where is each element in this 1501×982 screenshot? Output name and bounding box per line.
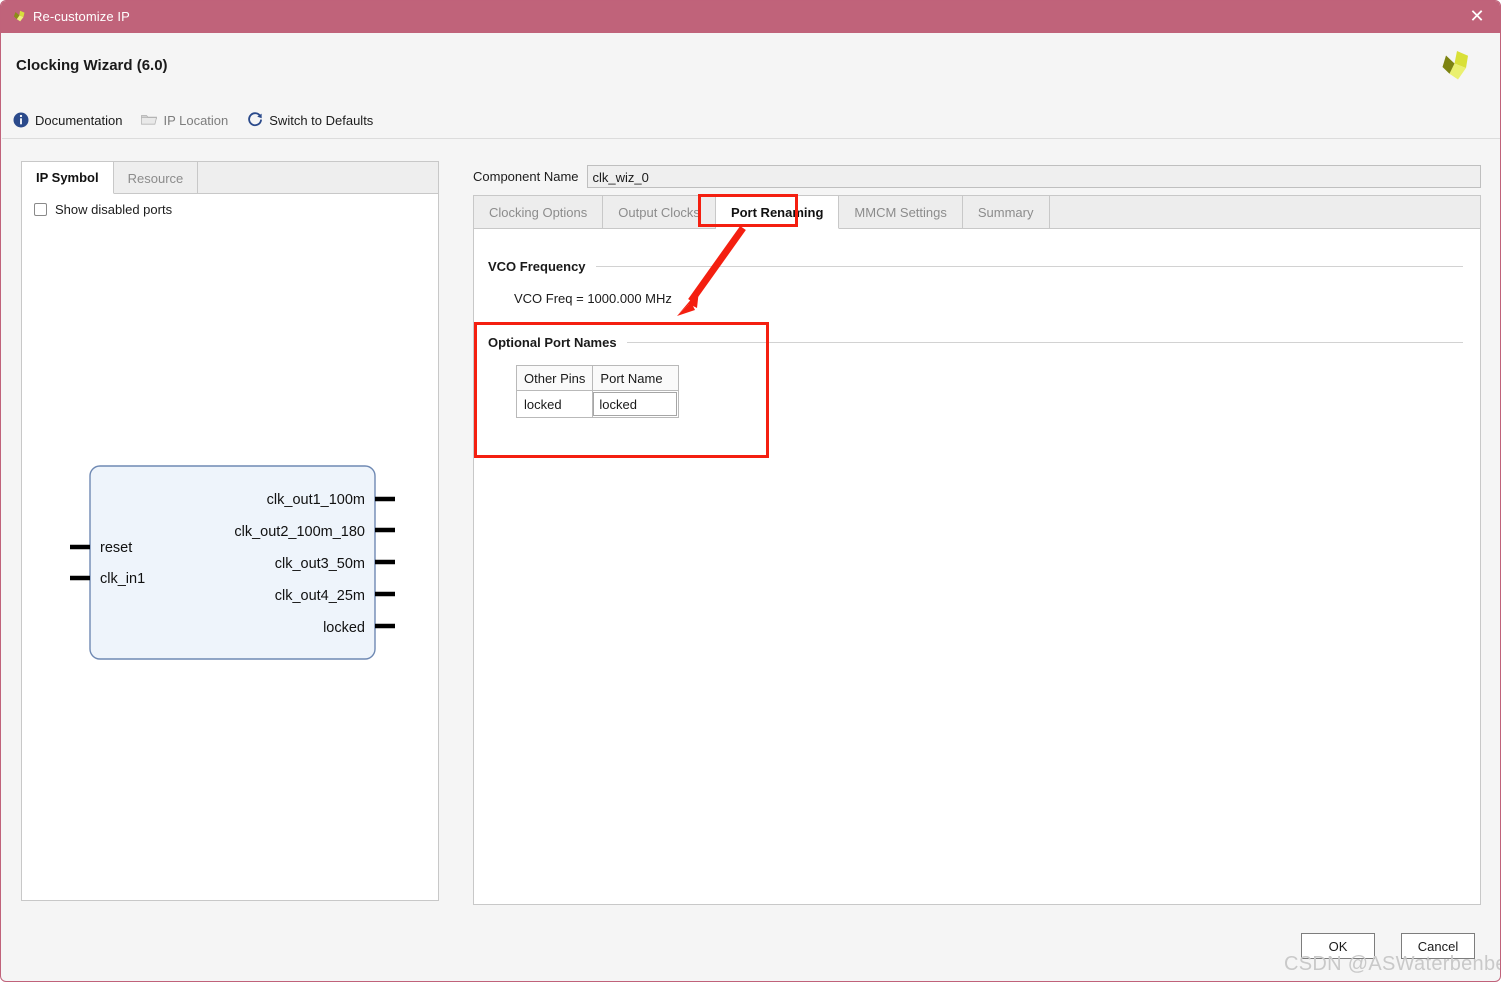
tab-resource-label: Resource — [127, 170, 184, 186]
switch-to-defaults-label: Switch to Defaults — [269, 112, 374, 128]
vco-frequency-title: VCO Frequency — [488, 259, 586, 274]
cell-port-name[interactable]: locked — [592, 390, 680, 418]
ip-symbol-panel: IP Symbol Resource Show disabled ports r… — [21, 161, 439, 901]
ip-location-label: IP Location — [163, 112, 229, 128]
table-header-row: Other Pins Port Name — [515, 365, 680, 391]
ip-header: Clocking Wizard (6.0) Documentation IP L… — [2, 33, 1500, 139]
port-label-output-4: locked — [323, 620, 365, 636]
ip-symbol-diagram: reset clk_in1 clk_out1_100m clk_out2_100… — [22, 222, 438, 898]
component-name-input[interactable]: clk_wiz_0 — [586, 164, 1481, 188]
tab-mmcm-settings[interactable]: MMCM Settings — [839, 196, 963, 229]
configuration-panel: Component Name clk_wiz_0 Clocking Option… — [473, 163, 1481, 905]
ip-location-button[interactable]: IP Location — [140, 111, 228, 129]
component-name-label: Component Name — [473, 168, 579, 184]
section-divider — [626, 342, 1463, 343]
optional-port-names-title: Optional Port Names — [488, 335, 617, 350]
ip-symbol-svg: reset clk_in1 clk_out1_100m clk_out2_100… — [70, 465, 395, 660]
tab-port-renaming[interactable]: Port Renaming — [715, 196, 840, 229]
watermark-text: CSDN @ASWaterbenben — [1284, 953, 1501, 975]
header-toolbar: Documentation IP Location Switch to Defa… — [12, 109, 391, 131]
tab-clocking-options[interactable]: Clocking Options — [474, 196, 604, 229]
config-tabs: Clocking Options Output Clocks Port Rena… — [474, 196, 1480, 229]
tab-ip-symbol[interactable]: IP Symbol — [22, 162, 114, 194]
tab-port-renaming-label: Port Renaming — [730, 204, 824, 220]
port-label-input-1: clk_in1 — [100, 571, 145, 587]
tab-summary-label: Summary — [977, 205, 1034, 220]
port-label-output-3: clk_out4_25m — [275, 588, 365, 604]
xilinx-pinwheel-icon — [13, 10, 25, 22]
xilinx-logo — [1442, 51, 1468, 80]
port-label-output-0: clk_out1_100m — [267, 492, 365, 508]
port-name-input[interactable]: locked — [593, 391, 678, 416]
window-titlebar: Re-customize IP ✕ — [1, 1, 1500, 33]
component-name-row: Component Name clk_wiz_0 — [473, 163, 1481, 189]
show-disabled-ports-checkbox[interactable]: Show disabled ports — [34, 202, 172, 217]
port-renaming-content: VCO Frequency VCO Freq = 1000.000 MHz Op… — [474, 229, 1480, 904]
page-title: Clocking Wizard (6.0) — [16, 57, 168, 74]
tab-output-clocks-label: Output Clocks — [618, 205, 700, 220]
cell-other-pin: locked — [515, 390, 594, 418]
port-label-output-1: clk_out2_100m_180 — [234, 524, 365, 540]
window-title: Re-customize IP — [33, 9, 130, 24]
vco-frequency-value: VCO Freq = 1000.000 MHz — [514, 291, 672, 306]
tab-ip-symbol-label: IP Symbol — [36, 170, 99, 185]
vco-frequency-section-header: VCO Frequency — [488, 259, 1463, 274]
table-row: locked locked — [515, 390, 680, 418]
tab-clocking-options-label: Clocking Options — [489, 205, 588, 220]
close-icon[interactable]: ✕ — [1464, 5, 1490, 29]
port-label-output-2: clk_out3_50m — [275, 556, 365, 572]
column-header-other-pins: Other Pins — [515, 365, 594, 391]
tab-mmcm-settings-label: MMCM Settings — [854, 205, 947, 220]
tab-summary[interactable]: Summary — [963, 196, 1050, 229]
tab-panel: Clocking Options Output Clocks Port Rena… — [473, 195, 1481, 905]
folder-icon — [141, 115, 158, 125]
tab-output-clocks[interactable]: Output Clocks — [603, 196, 716, 229]
section-divider — [595, 266, 1463, 267]
refresh-icon — [248, 112, 263, 127]
documentation-label: Documentation — [35, 112, 123, 128]
switch-to-defaults-button[interactable]: Switch to Defaults — [246, 111, 373, 129]
column-header-port-name: Port Name — [592, 365, 680, 391]
optional-port-names-section-header: Optional Port Names — [488, 335, 1463, 350]
re-customize-ip-window: Re-customize IP ✕ Clocking Wizard (6.0) … — [0, 0, 1501, 982]
info-icon — [13, 112, 29, 128]
port-label-input-0: reset — [100, 540, 132, 556]
left-panel-tabs: IP Symbol Resource — [22, 162, 438, 194]
show-disabled-ports-label: Show disabled ports — [55, 202, 173, 217]
checkbox-box[interactable] — [34, 203, 47, 216]
optional-port-names-table: Other Pins Port Name locked locked — [515, 365, 680, 418]
documentation-button[interactable]: Documentation — [12, 111, 122, 129]
tab-resource[interactable]: Resource — [114, 162, 199, 194]
